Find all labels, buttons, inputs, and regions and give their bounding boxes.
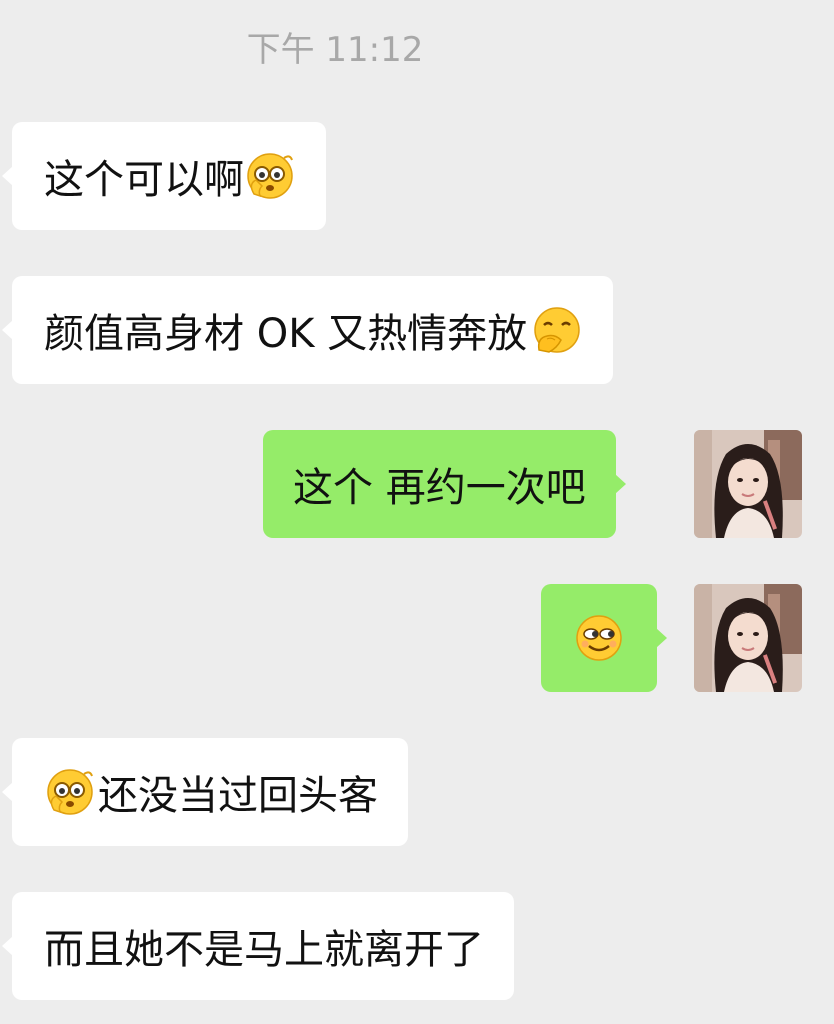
- message-bubble-received[interactable]: 而且她不是马上就离开了: [2, 892, 514, 1000]
- message-bubble-received[interactable]: 还没当过回头客: [2, 738, 408, 846]
- hand-over-mouth-face-icon: [531, 304, 583, 356]
- message-text: 这个 再约一次吧: [293, 465, 586, 511]
- message-bubble-sent[interactable]: 这个 再约一次吧: [263, 430, 626, 538]
- monocle-thinking-face-icon: [244, 150, 296, 202]
- message-timestamp: 下午 11:12: [246, 30, 424, 70]
- message-bubble-received[interactable]: 颜值高身材 OK 又热情奔放: [1, 276, 614, 384]
- user-avatar[interactable]: [694, 584, 802, 692]
- message-text: 而且她不是马上就离开了: [44, 927, 484, 973]
- message-text: 还没当过回头客: [98, 773, 378, 819]
- user-avatar[interactable]: [694, 430, 802, 538]
- message-text: 这个可以啊: [44, 157, 244, 203]
- message-text: 颜值高身材 OK 又热情奔放: [44, 311, 528, 357]
- monocle-thinking-face-icon: [44, 766, 96, 818]
- message-bubble-sent[interactable]: [541, 584, 667, 692]
- message-bubble-received[interactable]: 这个可以啊: [2, 122, 326, 230]
- sly-smile-face-icon: [573, 612, 625, 664]
